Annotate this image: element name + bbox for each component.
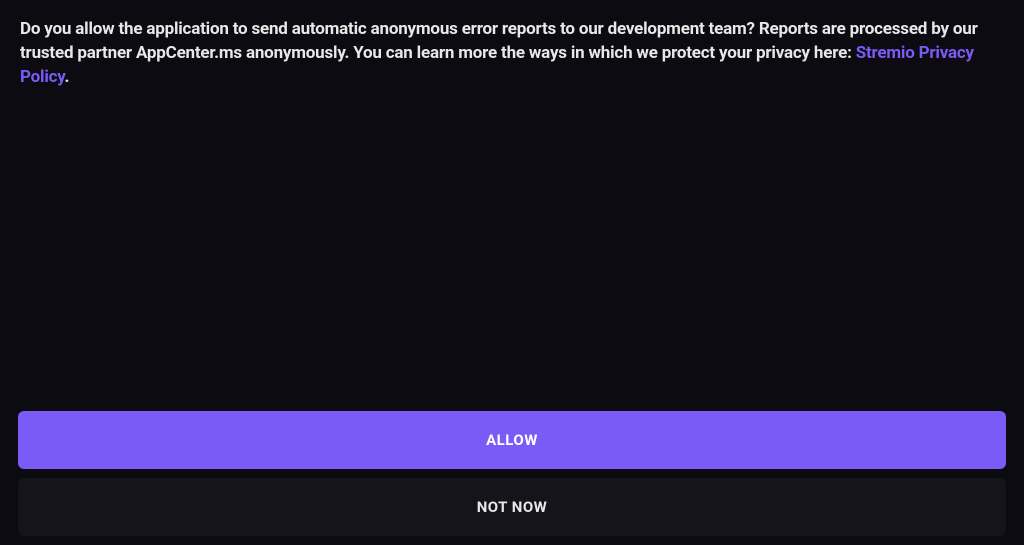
dialog-content: Do you allow the application to send aut… [0,0,1024,411]
not-now-button[interactable]: NOT NOW [18,478,1006,536]
message-text-part1: Do you allow the application to send aut… [20,19,978,63]
allow-button[interactable]: ALLOW [18,411,1006,469]
message-text-part2: . [64,67,69,87]
consent-message: Do you allow the application to send aut… [20,18,1004,89]
dialog-buttons: ALLOW NOT NOW [0,411,1024,545]
